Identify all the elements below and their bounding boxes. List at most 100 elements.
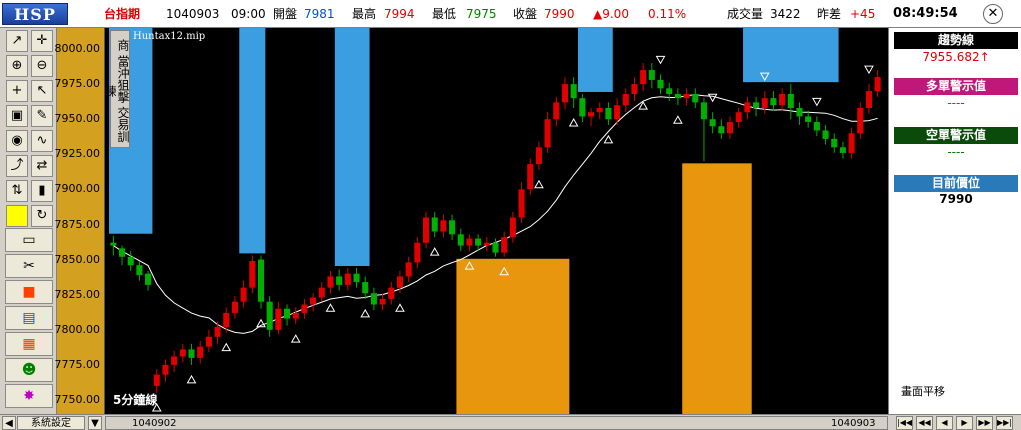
nav-button[interactable]: |◀◀ [896, 416, 913, 430]
mode-label[interactable]: 商 當沖狙擊 交易訓練 [105, 30, 130, 148]
wave-icon[interactable]: ∿ [31, 130, 53, 152]
candle-body [631, 84, 638, 94]
stop-icon[interactable]: ■ [5, 280, 53, 304]
folder-icon[interactable]: ▭ [5, 228, 53, 252]
candle-body [735, 112, 742, 123]
volume-label: 成交量 [727, 7, 764, 21]
scroll-left-icon[interactable]: ◀ [2, 416, 16, 430]
buy-signal-marker [221, 342, 232, 352]
window-icon[interactable]: ▤ [5, 306, 53, 330]
long-alert-title: 多單警示值 [894, 78, 1018, 95]
chart-canvas[interactable] [105, 28, 888, 414]
swap-icon[interactable]: ⇄ [31, 155, 53, 177]
fire-icon[interactable]: ✸ [5, 384, 53, 408]
candle-body [318, 287, 325, 298]
indicator-file-label: Huntax12.mip [133, 31, 206, 42]
lock-icon[interactable]: ▣ [6, 105, 28, 127]
scroll-arrow-icon[interactable]: ▼ [88, 416, 102, 430]
price-axis: 8000.00 7975.00 7950.00 7925.00 7900.00 7875.… [54, 28, 105, 414]
nav-button[interactable]: ◀◀ [916, 416, 933, 430]
candle-body [440, 220, 447, 232]
candle-body [718, 126, 725, 134]
pan-screen-label[interactable]: 畫面平移 [901, 383, 945, 399]
candle-body [865, 91, 873, 109]
candle-icon[interactable]: ▮ [31, 180, 53, 202]
hsp-logo: HSP [2, 3, 68, 25]
time-scrollbar[interactable]: 1040902 1040903 [105, 416, 888, 430]
candle-body [744, 102, 751, 113]
scissors-icon[interactable]: ✂ [5, 254, 53, 278]
pattern-icon[interactable]: ◉ [6, 130, 28, 152]
y-tick-label: 7800.00 [54, 322, 101, 336]
nav-button[interactable]: ◀ [936, 416, 953, 430]
yellow-box-icon[interactable] [6, 205, 28, 227]
change-pct: 0.11% [648, 7, 687, 21]
candle-body [353, 273, 360, 283]
short-zone [578, 28, 613, 92]
candle-body [301, 304, 308, 313]
candle-body [831, 138, 838, 148]
candle-body [614, 105, 621, 120]
date-right-label: 1040903 [831, 418, 876, 429]
candle-body [214, 326, 221, 337]
candlestick-chart[interactable]: 商 當沖狙擊 交易訓練 Huntax12.mip 5分鐘線 [105, 28, 888, 414]
refresh-icon[interactable]: ↻ [31, 205, 53, 227]
y-tick-label: 7750.00 [54, 392, 101, 406]
candle-body [770, 98, 777, 106]
sell-signal-marker [811, 97, 822, 107]
buy-signal-marker [290, 334, 301, 343]
candle-body [509, 217, 516, 238]
buy-signal-marker [603, 134, 614, 144]
candle-body [336, 276, 343, 285]
candle-body [284, 308, 291, 319]
candle-body [379, 298, 386, 305]
candle-body [622, 93, 629, 106]
candle-body [553, 102, 560, 120]
candle-body [310, 297, 317, 305]
candle-body [492, 242, 499, 253]
y-tick-label: 7850.00 [54, 252, 101, 266]
y-tick-label: 7875.00 [54, 217, 101, 231]
grid-icon[interactable]: ▦ [5, 332, 53, 356]
up-down-icon[interactable]: ⇅ [6, 180, 28, 202]
trend-icon[interactable]: ⤴ [6, 155, 28, 177]
buy-signal-marker [568, 117, 579, 127]
y-tick-label: 8000.00 [54, 42, 101, 56]
candle-body [249, 261, 256, 288]
nav-button[interactable]: ▶▶| [996, 416, 1013, 430]
candle-body [449, 220, 456, 235]
candle-body [344, 273, 351, 285]
candle-body [787, 93, 794, 109]
candle-body [171, 356, 178, 365]
settings-button[interactable]: 系統設定 [17, 416, 85, 430]
candle-body [118, 248, 126, 257]
low-value: 7975 [466, 7, 497, 21]
buy-signal-marker [673, 115, 683, 124]
cursor-icon[interactable]: ↖ [31, 80, 53, 102]
buy-signal-marker [360, 308, 371, 318]
candle-body [527, 164, 534, 190]
trend-title: 趨勢線 [894, 32, 1018, 49]
pencil-icon[interactable]: ✎ [31, 105, 53, 127]
close-value: 7990 [544, 7, 575, 21]
long-zone [456, 258, 570, 414]
nav-button[interactable]: ▶▶ [976, 416, 993, 430]
candle-body [483, 242, 490, 246]
candle-body [475, 238, 482, 246]
nav-button[interactable]: ▶ [956, 416, 973, 430]
line-draw-icon[interactable]: ↗ [6, 30, 28, 52]
buy-signal-marker [325, 303, 336, 312]
candle-body [796, 108, 803, 117]
zoom-in-icon[interactable]: ⊕ [6, 55, 28, 77]
candle-body [110, 242, 117, 246]
close-icon[interactable]: ✕ [983, 4, 1003, 24]
candle-body [362, 282, 369, 294]
header-bar: HSP 台指期 1040903 09:00 開盤 7981 最高 7994 最低… [0, 0, 1021, 28]
open-label: 開盤 [273, 7, 298, 21]
zoom-out-icon[interactable]: ⊖ [31, 55, 53, 77]
candle-body [648, 70, 655, 80]
crosshair-icon[interactable]: ✛ [31, 30, 53, 52]
symbol-name[interactable]: 台指期 [104, 6, 140, 22]
people-icon[interactable]: ☻ [5, 358, 53, 382]
add-icon[interactable]: + [6, 80, 28, 102]
